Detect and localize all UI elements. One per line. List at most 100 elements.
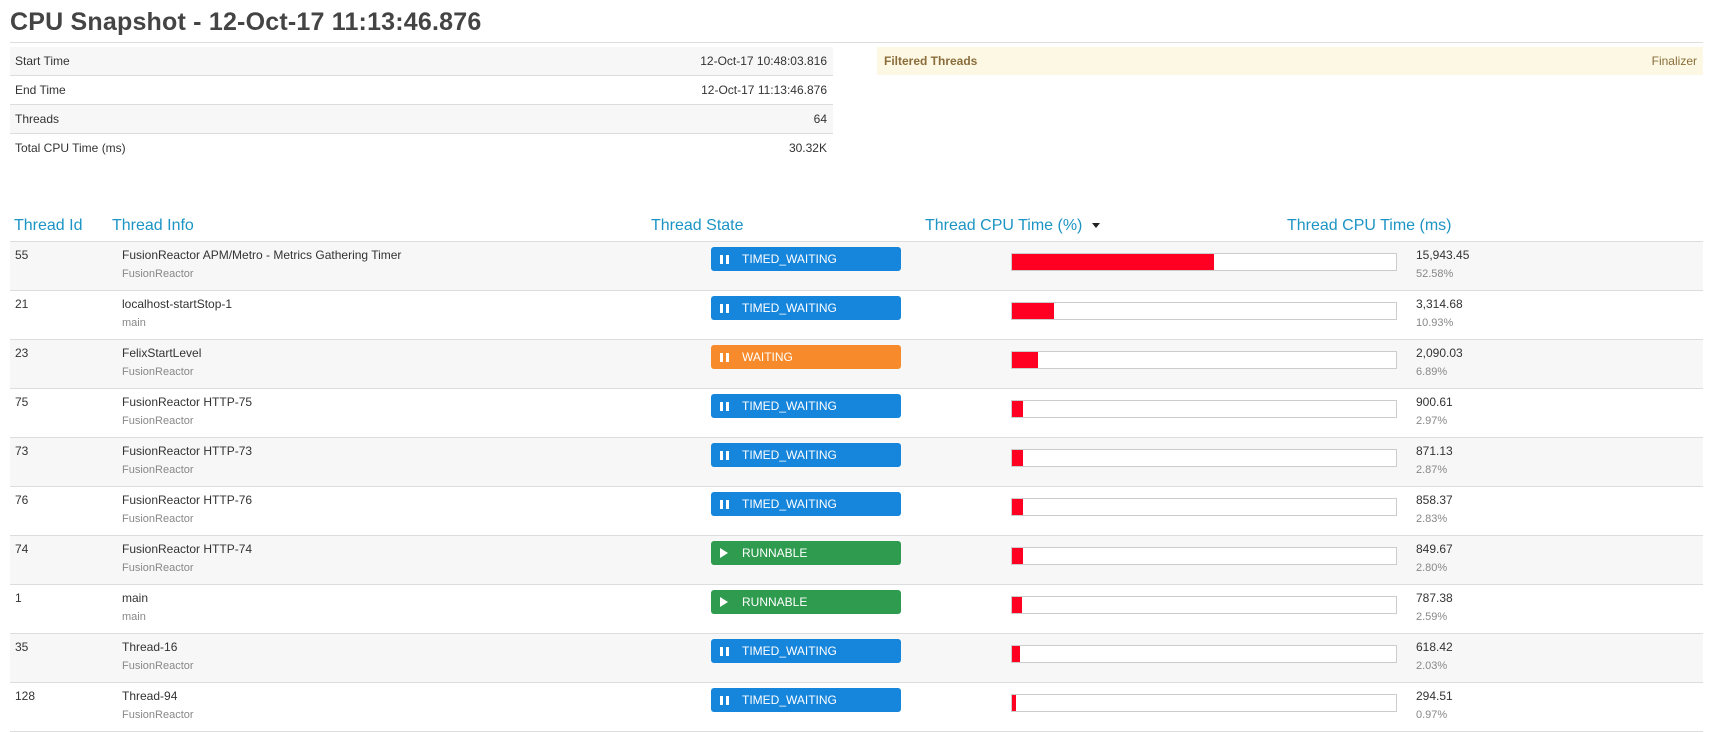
thread-cpu-pct: 52.58% bbox=[1416, 268, 1454, 280]
cpu-progress-fill bbox=[1012, 597, 1022, 613]
thread-id: 1 bbox=[15, 591, 22, 605]
table-row[interactable]: 128 Thread-94 FusionReactor TIMED_WAITING 29… bbox=[10, 683, 1703, 732]
thread-cpu-pct: 6.89% bbox=[1416, 366, 1448, 378]
thread-state-badge: RUNNABLE bbox=[711, 590, 901, 614]
thread-cpu-ms: 2,090.03 bbox=[1416, 346, 1463, 360]
thread-state-label: RUNNABLE bbox=[742, 595, 808, 609]
thread-name: FusionReactor HTTP-73 bbox=[122, 444, 253, 458]
pause-icon bbox=[720, 303, 734, 313]
table-row[interactable]: 76 FusionReactor HTTP-76 FusionReactor TIME… bbox=[10, 487, 1703, 536]
thread-group: FusionReactor bbox=[122, 513, 194, 525]
summary-row-end-time: End Time 12-Oct-17 11:13:46.876 bbox=[10, 76, 833, 105]
thread-id: 76 bbox=[15, 493, 29, 507]
thread-id: 75 bbox=[15, 395, 29, 409]
header-thread-info[interactable]: Thread Info bbox=[112, 217, 194, 235]
table-row[interactable]: 23 FelixStartLevel FusionReactor WAITING 2,0… bbox=[10, 340, 1703, 389]
thread-cpu-ms: 871.13 bbox=[1416, 444, 1453, 458]
thread-cpu-ms: 618.42 bbox=[1416, 640, 1453, 654]
thread-cpu-pct: 2.03% bbox=[1416, 660, 1448, 672]
header-thread-state[interactable]: Thread State bbox=[651, 217, 744, 235]
thread-cpu-pct: 2.59% bbox=[1416, 611, 1448, 623]
cpu-progress-bar bbox=[1011, 351, 1397, 369]
thread-cpu-ms: 849.67 bbox=[1416, 542, 1453, 556]
table-row[interactable]: 21 localhost-startStop-1 main TIMED_WAITING… bbox=[10, 291, 1703, 340]
thread-state-label: WAITING bbox=[742, 350, 793, 364]
thread-cpu-ms: 3,314.68 bbox=[1416, 297, 1463, 311]
summary-label: Threads bbox=[15, 112, 60, 126]
cpu-progress-bar bbox=[1011, 400, 1397, 418]
cpu-snapshot-page: CPU Snapshot - 12-Oct-17 11:13:46.876 St… bbox=[0, 0, 1714, 732]
filtered-threads-label: Filtered Threads bbox=[884, 54, 978, 68]
summary-value: 12-Oct-17 11:13:46.876 bbox=[701, 83, 827, 97]
play-icon bbox=[720, 548, 734, 558]
thread-state-label: TIMED_WAITING bbox=[742, 399, 837, 413]
cpu-progress-bar bbox=[1011, 596, 1397, 614]
table-row[interactable]: 74 FusionReactor HTTP-74 FusionReactor RUNN… bbox=[10, 536, 1703, 585]
thread-group: FusionReactor bbox=[122, 562, 194, 574]
page-title: CPU Snapshot - 12-Oct-17 11:13:46.876 bbox=[10, 8, 482, 36]
thread-id: 74 bbox=[15, 542, 29, 556]
thread-state-badge: TIMED_WAITING bbox=[711, 247, 901, 271]
thread-name: FusionReactor HTTP-75 bbox=[122, 395, 253, 409]
summary-label: End Time bbox=[15, 83, 66, 97]
thread-state-label: TIMED_WAITING bbox=[742, 693, 837, 707]
cpu-progress-fill bbox=[1012, 499, 1023, 515]
thread-cpu-pct: 2.97% bbox=[1416, 415, 1448, 427]
thread-cpu-pct: 10.93% bbox=[1416, 317, 1454, 329]
pause-icon bbox=[720, 695, 734, 705]
thread-id: 73 bbox=[15, 444, 29, 458]
summary-value: 12-Oct-17 10:48:03.816 bbox=[700, 54, 827, 68]
thread-id: 55 bbox=[15, 248, 29, 262]
cpu-progress-bar bbox=[1011, 253, 1397, 271]
thread-state-label: TIMED_WAITING bbox=[742, 252, 837, 266]
thread-group: FusionReactor bbox=[122, 660, 194, 672]
table-row[interactable]: 1 main main RUNNABLE 787.38 2.59% bbox=[10, 585, 1703, 634]
pause-icon bbox=[720, 450, 734, 460]
summary-row-start-time: Start Time 12-Oct-17 10:48:03.816 bbox=[10, 47, 833, 76]
pause-icon bbox=[720, 401, 734, 411]
cpu-progress-bar bbox=[1011, 302, 1397, 320]
table-row[interactable]: 35 Thread-16 FusionReactor TIMED_WAITING 618… bbox=[10, 634, 1703, 683]
play-icon bbox=[720, 597, 734, 607]
header-thread-cpu-pct[interactable]: Thread CPU Time (%) bbox=[925, 217, 1101, 235]
cpu-progress-bar bbox=[1011, 694, 1397, 712]
thread-state-badge: TIMED_WAITING bbox=[711, 296, 901, 320]
summary-value: 64 bbox=[813, 112, 827, 126]
table-row[interactable]: 55 FusionReactor APM/Metro - Metrics Gath… bbox=[10, 242, 1703, 291]
cpu-progress-fill bbox=[1012, 646, 1020, 662]
filtered-threads-value: Finalizer bbox=[1651, 54, 1697, 68]
thread-id: 23 bbox=[15, 346, 29, 360]
thread-id: 35 bbox=[15, 640, 29, 654]
table-row[interactable]: 73 FusionReactor HTTP-73 FusionReactor TIME… bbox=[10, 438, 1703, 487]
thread-group: FusionReactor bbox=[122, 464, 194, 476]
thread-group: FusionReactor bbox=[122, 415, 194, 427]
thread-id: 21 bbox=[15, 297, 29, 311]
cpu-progress-fill bbox=[1012, 254, 1214, 270]
thread-cpu-ms: 787.38 bbox=[1416, 591, 1453, 605]
thread-cpu-pct: 2.80% bbox=[1416, 562, 1448, 574]
header-thread-cpu-pct-label: Thread CPU Time (%) bbox=[925, 217, 1083, 234]
table-row[interactable]: 75 FusionReactor HTTP-75 FusionReactor TIME… bbox=[10, 389, 1703, 438]
thread-name: Thread-16 bbox=[122, 640, 178, 654]
header-thread-id[interactable]: Thread Id bbox=[14, 217, 82, 235]
thread-cpu-pct: 2.87% bbox=[1416, 464, 1448, 476]
thread-cpu-pct: 2.83% bbox=[1416, 513, 1448, 525]
pause-icon bbox=[720, 254, 734, 264]
pause-icon bbox=[720, 352, 734, 362]
thread-state-label: TIMED_WAITING bbox=[742, 301, 837, 315]
header-thread-cpu-ms[interactable]: Thread CPU Time (ms) bbox=[1287, 217, 1451, 235]
threads-table-header: Thread Id Thread Info Thread State Threa… bbox=[10, 214, 1703, 243]
filtered-threads-panel: Filtered Threads Finalizer bbox=[877, 47, 1703, 75]
cpu-progress-bar bbox=[1011, 498, 1397, 516]
cpu-progress-bar bbox=[1011, 645, 1397, 663]
thread-state-label: TIMED_WAITING bbox=[742, 497, 837, 511]
thread-state-badge: TIMED_WAITING bbox=[711, 394, 901, 418]
thread-cpu-ms: 900.61 bbox=[1416, 395, 1453, 409]
thread-group: main bbox=[122, 317, 146, 329]
summary-value: 30.32K bbox=[788, 141, 827, 155]
cpu-progress-bar bbox=[1011, 547, 1397, 565]
thread-group: FusionReactor bbox=[122, 366, 194, 378]
summary-label: Total CPU Time (ms) bbox=[15, 141, 126, 155]
thread-state-badge: TIMED_WAITING bbox=[711, 492, 901, 516]
thread-cpu-ms: 15,943.45 bbox=[1416, 248, 1470, 262]
